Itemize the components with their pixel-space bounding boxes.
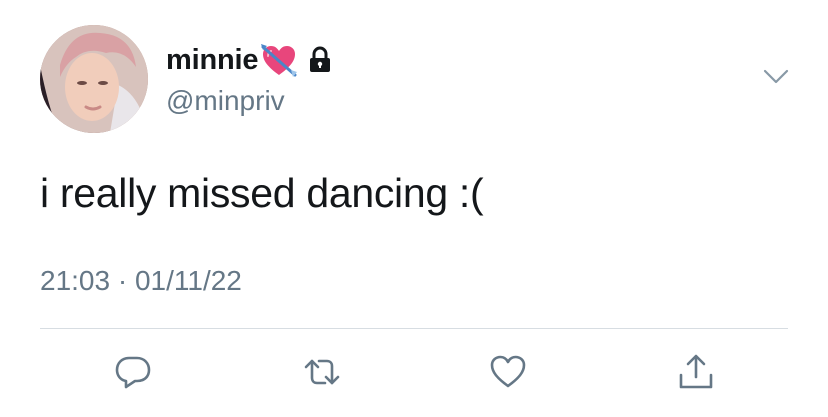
tweet-text: i really missed dancing :(	[40, 170, 484, 216]
heart-with-arrow-icon	[260, 42, 298, 78]
chevron-down-icon[interactable]	[763, 68, 789, 86]
share-icon	[679, 354, 713, 389]
lock-icon	[308, 46, 332, 74]
share-button[interactable]	[676, 352, 716, 392]
avatar[interactable]	[40, 25, 148, 133]
retweet-button[interactable]	[302, 352, 342, 392]
tweet-timestamp[interactable]: 21:03 · 01/11/22	[40, 265, 242, 297]
divider	[40, 328, 788, 329]
tweet-time: 21:03	[40, 265, 111, 296]
tweet-card: minnie @minpriv i really missed dancing …	[0, 0, 828, 417]
user-handle[interactable]: @minpriv	[166, 85, 285, 117]
heart-icon	[490, 355, 526, 388]
name-row: minnie	[166, 42, 332, 78]
reply-icon	[115, 356, 151, 389]
display-name[interactable]: minnie	[166, 44, 258, 77]
timestamp-separator: ·	[117, 265, 128, 296]
reply-button[interactable]	[113, 352, 153, 392]
retweet-icon	[304, 359, 340, 385]
like-button[interactable]	[488, 352, 528, 392]
tweet-date: 01/11/22	[134, 265, 242, 296]
